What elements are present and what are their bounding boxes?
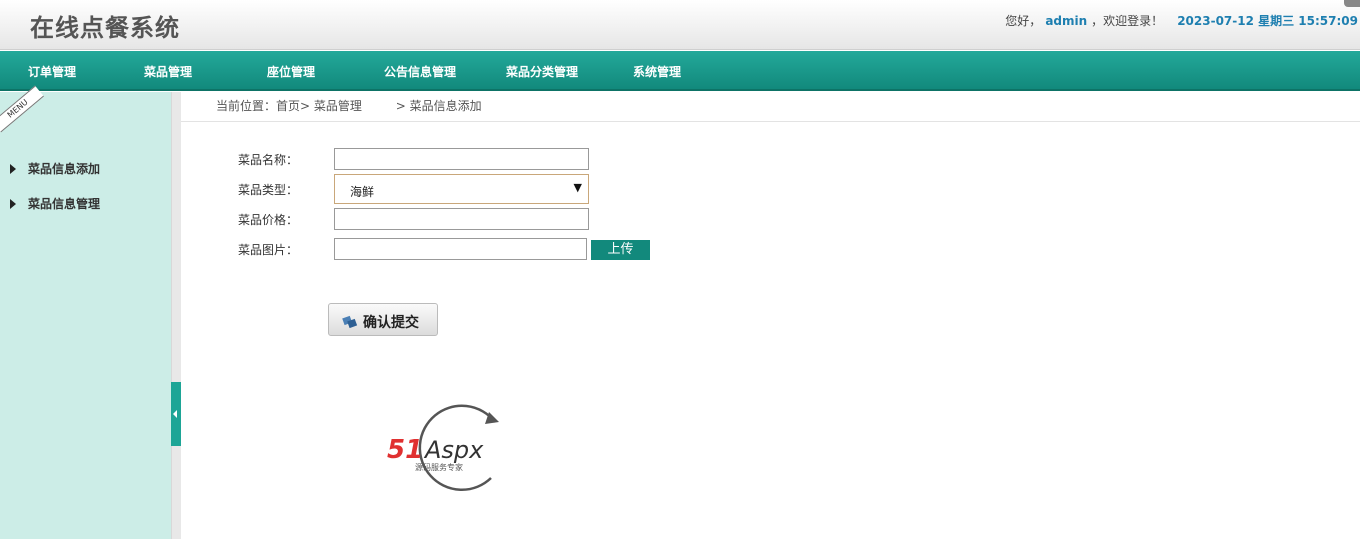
submit-label: 确认提交 <box>363 315 419 331</box>
upload-button[interactable]: 上传 <box>591 240 650 260</box>
svg-text:Aspx: Aspx <box>423 436 484 464</box>
brand-logo: 51 Aspx 源码服务专家 <box>385 400 515 496</box>
user-bar: 您好， admin ，欢迎登录！ 2023-07-12 星期三 15:57:09 <box>1005 12 1358 29</box>
app-header: 在线点餐系统 您好， admin ，欢迎登录！ 2023-07-12 星期三 15:5… <box>0 0 1360 50</box>
greeting-suffix: ，欢迎登录！ <box>1091 14 1164 28</box>
username-link[interactable]: admin <box>1045 14 1087 28</box>
dish-type-select[interactable]: 海鲜 ▼ <box>334 174 589 204</box>
svg-text:51: 51 <box>387 435 423 465</box>
dish-name-input[interactable] <box>334 148 589 170</box>
dish-image-input[interactable] <box>334 238 587 260</box>
datetime-display: 2023-07-12 星期三 15:57:09 <box>1177 14 1358 28</box>
nav-item-announcements[interactable]: 公告信息管理 <box>384 63 456 80</box>
nav-item-seats[interactable]: 座位管理 <box>267 63 315 80</box>
app-title: 在线点餐系统 <box>30 13 180 42</box>
sidebar: MENU 菜品信息添加 菜品信息管理 <box>0 85 171 539</box>
dish-type-label: 菜品类型： <box>238 183 299 197</box>
main-nav: 订单管理 菜品管理 座位管理 公告信息管理 菜品分类管理 系统管理 <box>0 51 1360 91</box>
dish-name-label: 菜品名称： <box>238 153 299 167</box>
breadcrumb-current: > 菜品信息添加 <box>395 99 482 113</box>
corner-tab[interactable] <box>1344 0 1360 7</box>
nav-item-dishes[interactable]: 菜品管理 <box>144 63 192 80</box>
nav-item-orders[interactable]: 订单管理 <box>28 63 76 80</box>
breadcrumb: 当前位置：首页> 菜品管理 > 菜品信息添加 <box>181 92 1360 122</box>
chevron-left-icon <box>173 410 177 418</box>
greeting-prefix: 您好， <box>1005 14 1042 28</box>
dish-price-label: 菜品价格： <box>238 213 299 227</box>
dish-type-selected: 海鲜 <box>350 185 375 199</box>
breadcrumb-section[interactable]: 菜品管理 <box>314 99 362 113</box>
triangle-right-icon <box>10 199 16 209</box>
sidebar-splitter <box>171 92 181 539</box>
nav-item-dish-categories[interactable]: 菜品分类管理 <box>506 63 578 80</box>
sidebar-item-add-dish[interactable]: 菜品信息添加 <box>10 160 100 177</box>
nav-item-system[interactable]: 系统管理 <box>633 63 681 80</box>
submit-icon <box>342 315 358 329</box>
collapse-sidebar-button[interactable] <box>171 382 181 446</box>
submit-button[interactable]: 确认提交 <box>328 303 438 336</box>
dish-price-input[interactable] <box>334 208 589 230</box>
dish-image-label: 菜品图片： <box>238 243 299 257</box>
sidebar-item-label: 菜品信息添加 <box>28 162 101 176</box>
svg-text:源码服务专家: 源码服务专家 <box>415 462 463 472</box>
sidebar-item-label: 菜品信息管理 <box>28 197 101 211</box>
sidebar-item-manage-dishes[interactable]: 菜品信息管理 <box>10 195 100 212</box>
triangle-right-icon <box>10 164 16 174</box>
menu-ribbon: MENU <box>0 85 44 133</box>
dropdown-arrow-icon: ▼ <box>573 181 582 194</box>
breadcrumb-prefix: 当前位置：首页> <box>216 99 311 113</box>
